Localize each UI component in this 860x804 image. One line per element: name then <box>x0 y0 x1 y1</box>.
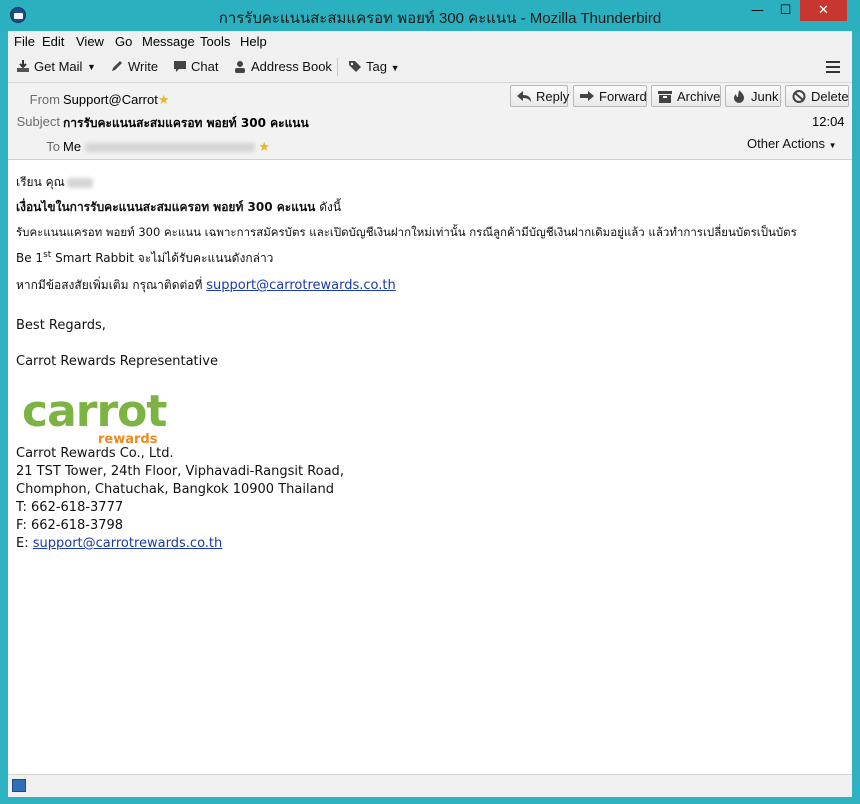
client-area: File Edit View Go Message Tools Help Get… <box>8 31 852 797</box>
reply-button[interactable]: Reply <box>510 85 569 107</box>
archive-button[interactable]: Archive <box>651 85 721 107</box>
menu-file[interactable]: File <box>14 34 35 49</box>
junk-button[interactable]: Junk <box>725 85 781 107</box>
online-status-icon[interactable] <box>12 779 26 792</box>
conditions-line-2: Be 1st Smart Rabbit จะไม่ได้รับคะแนนดังก… <box>16 250 274 265</box>
pencil-icon <box>112 61 122 71</box>
delete-icon <box>792 90 806 103</box>
star-icon[interactable]: ★ <box>158 92 170 107</box>
forward-button[interactable]: Forward <box>573 85 647 107</box>
person-icon <box>235 61 245 73</box>
message-time: 12:04 <box>812 114 845 129</box>
fax: F: 662-618-3798 <box>16 518 124 533</box>
reply-icon <box>517 91 531 102</box>
tag-button[interactable]: Tag ▼ <box>348 58 400 76</box>
other-actions-button[interactable]: Other Actions ▼ <box>747 136 837 151</box>
email-line: E: support@carrotrewards.co.th <box>16 536 223 551</box>
logo-word: carrot <box>22 386 167 437</box>
address-line-2: Chomphon, Chatuchak, Bangkok 10900 Thail… <box>16 482 335 497</box>
address-line-1: 21 TST Tower, 24th Floor, Viphavadi-Rang… <box>16 464 344 479</box>
chat-label: Chat <box>191 59 219 74</box>
message-header: From Support@Carrot★ Subject การรับคะแนน… <box>8 83 852 160</box>
menu-edit[interactable]: Edit <box>42 34 64 49</box>
close-button[interactable]: ✕ <box>800 0 847 21</box>
thunderbird-icon <box>10 7 26 23</box>
status-bar <box>8 774 852 797</box>
logo-sub: rewards <box>98 432 158 447</box>
tag-icon <box>349 61 361 72</box>
greeting: เรียน คุณ <box>16 173 93 192</box>
redacted-name <box>66 177 93 188</box>
chat-button[interactable]: Chat <box>173 58 218 76</box>
from-label: From <box>29 92 60 107</box>
app-menu-icon[interactable] <box>826 61 840 73</box>
carrot-rewards-logo: carrot rewards <box>22 389 167 449</box>
support-email-link[interactable]: support@carrotrewards.co.th <box>206 278 396 293</box>
star-icon[interactable]: ★ <box>258 139 270 154</box>
tag-dropdown-icon: ▼ <box>390 63 400 73</box>
download-icon <box>17 60 29 72</box>
address-book-button[interactable]: Address Book <box>233 58 332 76</box>
redacted-address <box>84 143 255 153</box>
representative: Carrot Rewards Representative <box>16 354 218 369</box>
get-mail-dropdown[interactable]: ▼ <box>87 58 96 76</box>
chevron-down-icon: ▼ <box>828 141 837 150</box>
write-label: Write <box>128 59 159 74</box>
from-value[interactable]: Support@Carrot★ <box>63 92 170 108</box>
flame-icon <box>734 90 744 103</box>
get-mail-label: Get Mail <box>34 59 83 74</box>
menu-tools[interactable]: Tools <box>200 34 230 49</box>
get-mail-button[interactable]: Get Mail <box>16 58 82 76</box>
signature-email-link[interactable]: support@carrotrewards.co.th <box>33 536 223 551</box>
toolbar-separator <box>337 58 338 76</box>
regards: Best Regards, <box>16 318 106 333</box>
delete-button[interactable]: Delete <box>785 85 849 107</box>
app-window: การรับคะแนนสะสมแครอท พอยท์ 300 คะแนน - M… <box>0 0 860 804</box>
chat-icon <box>174 61 186 72</box>
to-label: To <box>46 139 60 154</box>
menu-message[interactable]: Message <box>142 34 195 49</box>
main-toolbar: Get Mail ▼ Write Chat Address Book Tag ▼ <box>8 52 852 83</box>
menu-help[interactable]: Help <box>240 34 267 49</box>
write-button[interactable]: Write <box>110 58 158 76</box>
maximize-button[interactable]: ☐ <box>772 0 799 21</box>
tag-label: Tag <box>366 59 387 74</box>
company-name: Carrot Rewards Co., Ltd. <box>16 446 174 461</box>
to-value[interactable]: Me ★ <box>63 139 270 155</box>
address-book-label: Address Book <box>251 59 332 74</box>
menu-view[interactable]: View <box>76 34 104 49</box>
forward-icon <box>580 91 594 101</box>
message-body: เรียน คุณ เงื่อนไขในการรับคะแนนสะสมแครอท… <box>8 160 852 774</box>
menu-go[interactable]: Go <box>115 34 132 49</box>
subject-label: Subject <box>16 114 60 129</box>
telephone: T: 662-618-3777 <box>16 500 124 515</box>
title-bar[interactable]: การรับคะแนนสะสมแครอท พอยท์ 300 คะแนน - M… <box>0 0 860 31</box>
subject-value: การรับคะแนนสะสมแครอท พอยท์ 300 คะแนน <box>63 116 309 130</box>
minimize-button[interactable]: — <box>744 0 771 21</box>
conditions-heading: เงื่อนไขในการรับคะแนนสะสมแครอท พอยท์ 300… <box>16 200 342 214</box>
menu-bar: File Edit View Go Message Tools Help <box>8 31 852 52</box>
archive-icon <box>658 91 672 103</box>
contact-line: หากมีข้อสงสัยเพิ่มเติม กรุณาติดต่อที่ su… <box>16 278 396 293</box>
conditions-line-1: รับคะแนนแครอท พอยท์ 300 คะแนน เฉพาะการสม… <box>16 225 797 239</box>
window-title: การรับคะแนนสะสมแครอท พอยท์ 300 คะแนน - M… <box>218 10 662 27</box>
